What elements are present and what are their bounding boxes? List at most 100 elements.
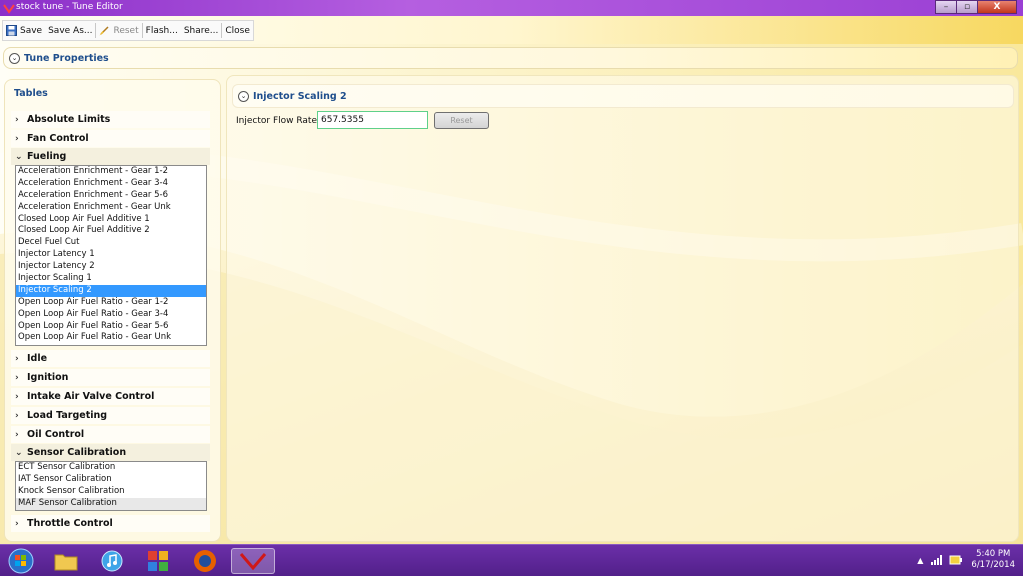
list-item[interactable]: Acceleration Enrichment - Gear 5-6 [16,190,206,202]
tree-group-ignition[interactable]: › Ignition [11,369,210,386]
chevron-down-icon: ⌄ [15,447,23,458]
tray-expand-icon[interactable]: ▲ [917,556,923,565]
chevron-right-icon: › [15,114,19,125]
chevron-down-icon: ⌄ [15,151,23,162]
list-item[interactable]: Open Loop Air Fuel Ratio - Gear Unk [16,332,206,344]
start-button[interactable] [2,548,40,574]
toolbar: Save Save As... Reset Flash... Share... … [0,16,1023,45]
list-item[interactable]: Open Loop Air Fuel Ratio - Gear 1-2 [16,297,206,309]
chevron-right-icon: › [15,410,19,421]
list-item[interactable]: MAF Sensor Calibration [16,497,206,510]
list-item[interactable]: Injector Latency 1 [16,249,206,261]
sensor-table-list[interactable]: ECT Sensor Calibration IAT Sensor Calibr… [15,461,207,511]
chevron-down-icon[interactable]: ⌄ [238,90,249,102]
share-button[interactable]: Share... [181,21,222,40]
tune-properties-expander[interactable]: ⌄ Tune Properties [3,47,1018,69]
signal-icon[interactable] [931,555,943,565]
close-button[interactable]: Close [222,21,253,40]
chevron-right-icon: › [15,353,19,364]
tree-group-label: Sensor Calibration [27,447,127,458]
itunes-icon [101,550,123,572]
list-item[interactable]: Injector Latency 2 [16,261,206,273]
clock-date: 6/17/2014 [971,560,1015,570]
injector-flow-rate-input[interactable] [317,111,428,129]
broom-icon [99,26,110,36]
tree-group-intake-air-valve-control[interactable]: › Intake Air Valve Control [11,388,210,405]
app-logo-icon [3,4,15,14]
flash-label: Flash... [145,25,178,36]
tree-group-throttle-control[interactable]: › Throttle Control [11,515,210,532]
tree-group-label: Throttle Control [27,518,113,529]
tree-group-label: Idle [27,353,48,364]
save-as-label: Save As... [48,25,93,36]
tree-group-fueling[interactable]: ⌄ Fueling [11,148,210,165]
tree-group-idle[interactable]: › Idle [11,350,210,367]
tree-group-oil-control[interactable]: › Oil Control [11,426,210,443]
tree-group-label: Oil Control [27,429,85,440]
save-label: Save [20,25,43,36]
tune-properties-title: Tune Properties [24,52,109,64]
tree-group-label: Fueling [27,151,67,162]
tree-group-absolute-limits[interactable]: › Absolute Limits [11,111,210,128]
window-title: stock tune - Tune Editor [16,2,123,12]
taskbar-explorer[interactable] [47,548,85,574]
tree-group-sensor-calibration[interactable]: ⌄ Sensor Calibration [11,444,210,461]
editor-panel [226,75,1019,542]
flow-rate-reset-button[interactable]: Reset [434,112,489,129]
reset-label: Reset [113,25,139,36]
save-as-button[interactable]: Save As... [45,21,95,40]
taskbar-firefox[interactable] [186,548,224,574]
taskbar: ▲ 5:40 PM 6/17/2014 [0,544,1023,576]
app-logo-icon [239,553,267,571]
list-item[interactable]: Acceleration Enrichment - Gear Unk [16,202,206,214]
chevron-right-icon: › [15,518,19,529]
floppy-disk-icon [6,25,17,36]
windows-start-icon [8,548,34,574]
app-grid-icon [148,551,168,571]
list-item[interactable]: Acceleration Enrichment - Gear 3-4 [16,178,206,190]
list-item[interactable]: IAT Sensor Calibration [16,474,206,486]
power-icon[interactable] [949,554,963,566]
tree-group-fan-control[interactable]: › Fan Control [11,130,210,147]
flash-button[interactable]: Flash... [143,21,181,40]
tree-group-label: Load Targeting [27,410,108,421]
list-item[interactable]: ECT Sensor Calibration [16,462,206,474]
list-item[interactable]: Closed Loop Air Fuel Additive 2 [16,225,206,237]
minimize-button[interactable]: – [935,0,957,14]
taskbar-app-grid[interactable] [139,548,177,574]
tree-group-label: Ignition [27,372,69,383]
list-item[interactable]: Closed Loop Air Fuel Additive 1 [16,214,206,226]
taskbar-tune-editor[interactable] [231,548,275,574]
chevron-right-icon: › [15,429,19,440]
list-item[interactable]: Acceleration Enrichment - Gear 1-2 [16,166,206,178]
injector-scaling-expander[interactable]: ⌄ Injector Scaling 2 [232,84,1014,108]
tree-group-label: Fan Control [27,133,89,144]
maximize-button[interactable]: ▫ [956,0,978,14]
share-label: Share... [183,25,219,36]
taskbar-itunes[interactable] [93,548,131,574]
chevron-right-icon: › [15,391,19,402]
reset-button[interactable]: Reset [96,21,141,40]
close-label: Close [225,25,250,36]
folder-icon [54,554,78,571]
injector-flow-rate-label: Injector Flow Rate: [236,116,321,126]
toolbar-strip: Save Save As... Reset Flash... Share... … [2,20,254,41]
system-tray: ▲ 5:40 PM 6/17/2014 [917,549,1015,571]
chevron-down-icon[interactable]: ⌄ [9,52,20,64]
fueling-table-list[interactable]: Acceleration Enrichment - Gear 1-2 Accel… [15,165,207,346]
list-item[interactable]: Knock Sensor Calibration [16,486,206,498]
chevron-right-icon: › [15,133,19,144]
save-button[interactable]: Save [3,21,45,40]
list-item[interactable]: Open Loop Air Fuel Ratio - Gear 3-4 [16,309,206,321]
list-item[interactable]: Injector Scaling 1 [16,273,206,285]
clock-time: 5:40 PM [976,549,1011,559]
window-title-bar[interactable]: stock tune - Tune Editor – ▫ X [0,0,1023,16]
list-item-selected[interactable]: Injector Scaling 2 [16,284,206,297]
close-window-button[interactable]: X [977,0,1017,14]
chevron-right-icon: › [15,372,19,383]
list-item[interactable]: Open Loop Air Fuel Ratio - Gear 5-6 [16,321,206,333]
taskbar-clock[interactable]: 5:40 PM 6/17/2014 [971,549,1015,571]
firefox-icon [194,550,216,572]
list-item[interactable]: Decel Fuel Cut [16,237,206,249]
tree-group-load-targeting[interactable]: › Load Targeting [11,407,210,424]
